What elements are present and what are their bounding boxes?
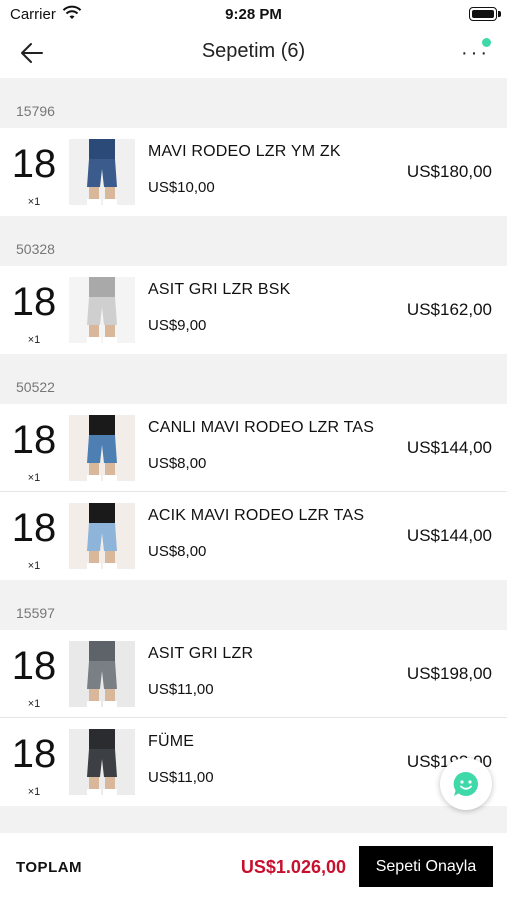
item-size: 18 (11, 142, 57, 186)
line-total: US$198,00 (406, 664, 492, 683)
product-photo[interactable] (69, 641, 135, 707)
item-quantity: ×1 (27, 560, 41, 572)
cart-item-row[interactable]: 18 ×1 MAVI RODEO LZR YM ZK US$10,00 US$1… (0, 128, 507, 216)
product-photo[interactable] (69, 277, 135, 343)
checkout-footer: TOPLAM US$1.026,00 Sepeti Onayla (0, 833, 507, 900)
cart-item-row[interactable]: 18 ×1 FÜME US$11,00 US$198,00 (0, 718, 507, 806)
product-photo[interactable] (69, 503, 135, 569)
product-name[interactable]: ACIK MAVI RODEO LZR TAS (148, 507, 364, 525)
item-size: 18 (11, 280, 57, 324)
line-total: US$162,00 (406, 300, 492, 319)
item-quantity: ×1 (27, 698, 41, 710)
cart-item-row[interactable]: 18 ×1 ACIK MAVI RODEO LZR TAS US$8,00 US… (0, 492, 507, 580)
cart-item-row[interactable]: 18 ×1 ASIT GRI LZR US$11,00 US$198,00 (0, 630, 507, 718)
page-title: Sepetim (6) (201, 40, 306, 62)
unit-price: US$11,00 (148, 769, 214, 786)
item-quantity: ×1 (27, 334, 41, 346)
nav-bar: Sepetim (6) ··· (0, 28, 507, 78)
item-size: 18 (11, 506, 57, 550)
status-bar: Carrier 9:28 PM (0, 0, 507, 28)
more-button[interactable]: ··· (457, 38, 491, 66)
item-size: 18 (11, 644, 57, 688)
unit-price: US$8,00 (148, 543, 207, 560)
unit-price: US$9,00 (148, 317, 207, 334)
cart-list: 15796 18 ×1 MAVI RODEO LZR YM ZK US$10,0… (0, 78, 507, 806)
group-header: 50328 (0, 216, 507, 266)
product-photo[interactable] (69, 415, 135, 481)
product-photo[interactable] (69, 729, 135, 795)
chat-button[interactable] (440, 758, 492, 810)
item-quantity: ×1 (27, 472, 41, 484)
product-name[interactable]: FÜME (148, 733, 194, 751)
unit-price: US$8,00 (148, 455, 207, 472)
group-header: 15597 (0, 580, 507, 630)
item-quantity: ×1 (27, 786, 41, 798)
arrow-left-icon[interactable] (18, 40, 46, 66)
line-total: US$180,00 (406, 162, 492, 181)
line-total: US$144,00 (406, 438, 492, 457)
product-name[interactable]: ASIT GRI LZR (148, 645, 253, 663)
line-total: US$144,00 (406, 526, 492, 545)
group-header: 50522 (0, 354, 507, 404)
item-size: 18 (11, 418, 57, 462)
total-label: TOPLAM (16, 859, 83, 876)
item-quantity: ×1 (27, 196, 41, 208)
product-photo[interactable] (69, 139, 135, 205)
cart-item-row[interactable]: 18 ×1 CANLI MAVI RODEO LZR TAS US$8,00 U… (0, 404, 507, 492)
item-size: 18 (11, 732, 57, 776)
product-name[interactable]: MAVI RODEO LZR YM ZK (148, 143, 341, 161)
more-dots-icon: ··· (461, 42, 490, 64)
clock: 9:28 PM (225, 6, 282, 23)
chat-bubble-icon (453, 771, 478, 796)
product-name[interactable]: ASIT GRI LZR BSK (148, 281, 291, 299)
battery-icon (469, 7, 501, 21)
unit-price: US$10,00 (148, 179, 215, 196)
total-amount: US$1.026,00 (240, 857, 346, 877)
cart-item-row[interactable]: 18 ×1 ASIT GRI LZR BSK US$9,00 US$162,00 (0, 266, 507, 354)
unit-price: US$11,00 (148, 681, 214, 698)
product-name[interactable]: CANLI MAVI RODEO LZR TAS (148, 419, 374, 437)
notification-dot (482, 38, 491, 47)
group-header: 15796 (0, 78, 507, 128)
confirm-cart-button[interactable]: Sepeti Onayla (359, 846, 493, 887)
